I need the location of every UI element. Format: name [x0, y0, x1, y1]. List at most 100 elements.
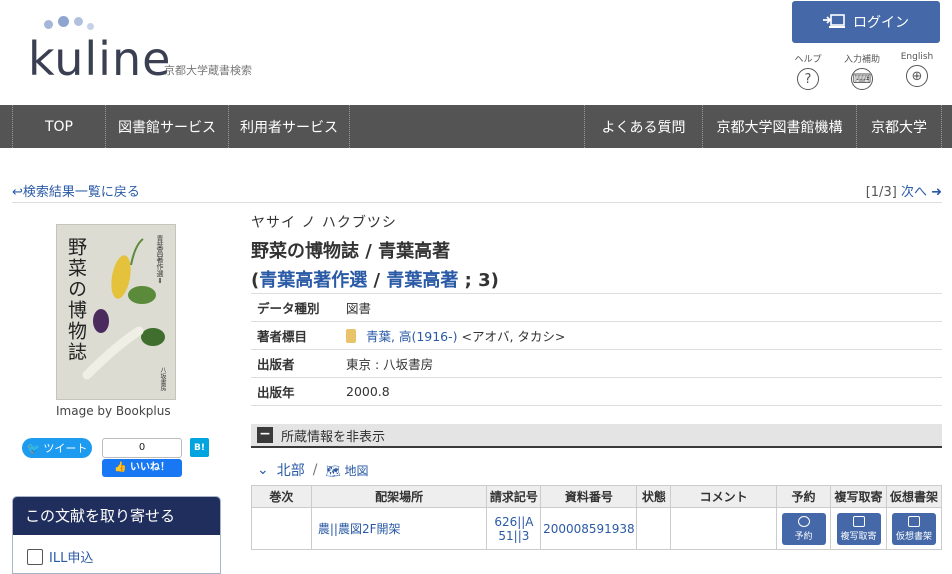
chevron-down-icon[interactable]: ⌄ — [257, 462, 269, 478]
nav-top[interactable]: TOP — [12, 105, 105, 148]
book-icon — [346, 329, 356, 343]
map-label: 地図 — [344, 463, 369, 478]
login-button[interactable]: ログイン — [792, 1, 940, 43]
logo-dot — [74, 17, 83, 26]
author-link[interactable]: 青葉, 高(1916-) — [366, 329, 458, 344]
ill-request-label: ILL申込 — [49, 551, 94, 566]
collapse-icon: − — [257, 427, 273, 443]
kuline-logo[interactable]: kuline 京都大学蔵書検索 — [28, 14, 268, 86]
holdings-toggle-label: 所蔵情報を非表示 — [281, 429, 386, 445]
help-link[interactable]: ヘルプ ? — [782, 52, 834, 90]
col-reserve: 予約 — [776, 485, 832, 508]
cell-comment — [670, 507, 778, 550]
book-title: 野菜の博物誌 / 青葉高著 — [251, 241, 451, 262]
holdings-toggle[interactable]: − 所蔵情報を非表示 — [251, 424, 942, 448]
nav-kyoto-univ[interactable]: 京都大学 — [856, 105, 942, 148]
copy-icon — [852, 515, 865, 527]
next-arrow-icon[interactable]: ➜ — [931, 185, 942, 200]
detail-row: 著者標目 青葉, 高(1916-) <アオバ, タカシ> — [251, 321, 942, 350]
ill-form-icon — [27, 548, 43, 565]
cell-reserve: 予約 — [776, 507, 832, 550]
logo-dot — [87, 23, 94, 30]
location-separator: / — [312, 462, 318, 478]
shelf-location-link[interactable]: 農||農図2F開架 — [310, 507, 488, 550]
logo-tagline: 京都大学蔵書検索 — [164, 64, 252, 77]
tweet-label: ツイート — [43, 442, 88, 455]
hatena-bookmark-button[interactable]: B! — [190, 438, 209, 457]
english-label: English — [900, 52, 934, 62]
bookshelf-icon — [907, 515, 920, 527]
series-statement: (青葉高著作選 / 青葉高著 ; 3) — [251, 266, 942, 292]
holdings-table: 巻次 配架場所 請求記号 資料番号 状態 コメント 予約 複写取寄 仮想書架 農… — [251, 485, 943, 550]
author-reading: <アオバ, タカシ> — [457, 329, 566, 344]
detail-key: 出版者 — [251, 349, 346, 378]
detail-value: 2000.8 — [346, 377, 942, 406]
col-shelf: 配架場所 — [310, 485, 488, 508]
cover-publisher: 八坂書房 — [159, 367, 166, 391]
call-number-line-1: 626||A — [494, 514, 534, 529]
back-arrow-icon: ↩ — [12, 185, 23, 200]
help-icon: ? — [797, 68, 819, 90]
cell-virtual-shelf: 仮想書架 — [885, 507, 943, 550]
col-virtual-shelf: 仮想書架 — [885, 485, 943, 508]
english-link[interactable]: English ⊕ — [891, 52, 943, 87]
reserve-icon — [797, 515, 810, 527]
back-to-results-link[interactable]: ↩検索結果一覧に戻る — [12, 181, 140, 200]
input-assist-link[interactable]: 入力補助 ⌨ — [836, 52, 888, 90]
order-box-heading: この文献を取り寄せる — [13, 497, 220, 535]
cell-copy: 複写取寄 — [830, 507, 887, 550]
col-volume: 巻次 — [251, 485, 312, 508]
help-label: ヘルプ — [794, 55, 822, 65]
logo-dot — [58, 16, 69, 27]
cell-volume — [251, 507, 312, 550]
map-link[interactable]: 🗺 地図 — [325, 462, 368, 479]
holdings-location: ⌄ 北部 / 🗺 地図 — [257, 460, 369, 480]
detail-row: 出版者 東京 : 八坂書房 — [251, 349, 942, 378]
fb-like-button[interactable]: 👍 いいね！ — [102, 459, 182, 477]
main-nav: TOP 図書館サービス 利用者サービス よくある質問 京都大学図書館機構 京都大… — [0, 105, 952, 148]
book-cover-image[interactable]: 野菜の博物誌 青葉高著作選Ⅱ 八坂書房 — [56, 224, 176, 400]
cell-item-number[interactable]: 200008591938 — [540, 507, 638, 550]
nav-user-services[interactable]: 利用者サービス — [228, 105, 350, 148]
series-name-link[interactable]: 青葉高著作選 — [259, 270, 367, 291]
page-count: [1/3] — [865, 185, 897, 200]
logo-dot — [44, 20, 53, 29]
col-status: 状態 — [636, 485, 672, 508]
fb-like-label: いいね！ — [129, 462, 170, 473]
detail-value: 東京 : 八坂書房 — [346, 349, 942, 378]
login-label: ログイン — [853, 15, 909, 31]
reserve-label: 予約 — [794, 531, 813, 542]
copy-request-label: 複写取寄 — [840, 531, 877, 542]
ill-request-link[interactable]: ILL申込 — [13, 535, 220, 566]
series-author-link[interactable]: 青葉高著 — [386, 270, 458, 291]
fb-like-count: 0 — [102, 438, 182, 458]
location-name[interactable]: 北部 — [277, 460, 305, 480]
next-link[interactable]: 次へ — [901, 185, 927, 200]
globe-icon: ⊕ — [906, 65, 928, 87]
copy-request-button[interactable]: 複写取寄 — [836, 512, 881, 545]
bibliographic-details: データ種別 図書 著者標目 青葉, 高(1916-) <アオバ, タカシ> 出版… — [251, 293, 942, 406]
order-document-box: この文献を取り寄せる ILL申込 — [12, 496, 221, 574]
detail-key: データ種別 — [251, 293, 346, 322]
site-header: kuline 京都大学蔵書検索 ログイン ヘルプ ? 入力補助 ⌨ Englis… — [0, 0, 952, 105]
nav-library-services[interactable]: 図書館サービス — [105, 105, 228, 148]
detail-row: 出版年 2000.8 — [251, 377, 942, 406]
back-label: 検索結果一覧に戻る — [22, 185, 140, 200]
title-reading: ヤサイ ノ ハクブツシ — [251, 215, 397, 231]
cell-call-number[interactable]: 626||A 51||3 — [486, 507, 542, 550]
result-navigation: ↩検索結果一覧に戻る [1/3] 次へ ➜ — [12, 181, 942, 203]
series-open-paren: ( — [251, 270, 260, 291]
col-call-number: 請求記号 — [486, 485, 542, 508]
twitter-bird-icon: 🐦 — [26, 441, 41, 455]
detail-value: 図書 — [346, 293, 942, 322]
nav-library-network[interactable]: 京都大学図書館機構 — [702, 105, 856, 148]
keyboard-icon: ⌨ — [851, 68, 873, 90]
tweet-button[interactable]: 🐦 ツイート — [22, 438, 92, 458]
detail-key: 出版年 — [251, 377, 346, 406]
detail-value: 青葉, 高(1916-) <アオバ, タカシ> — [346, 321, 942, 350]
nav-faq[interactable]: よくある質問 — [584, 105, 702, 148]
detail-key: 著者標目 — [251, 321, 346, 350]
map-icon: 🗺 — [325, 463, 341, 478]
reserve-button[interactable]: 予約 — [781, 512, 826, 545]
virtual-shelf-button[interactable]: 仮想書架 — [891, 512, 936, 545]
